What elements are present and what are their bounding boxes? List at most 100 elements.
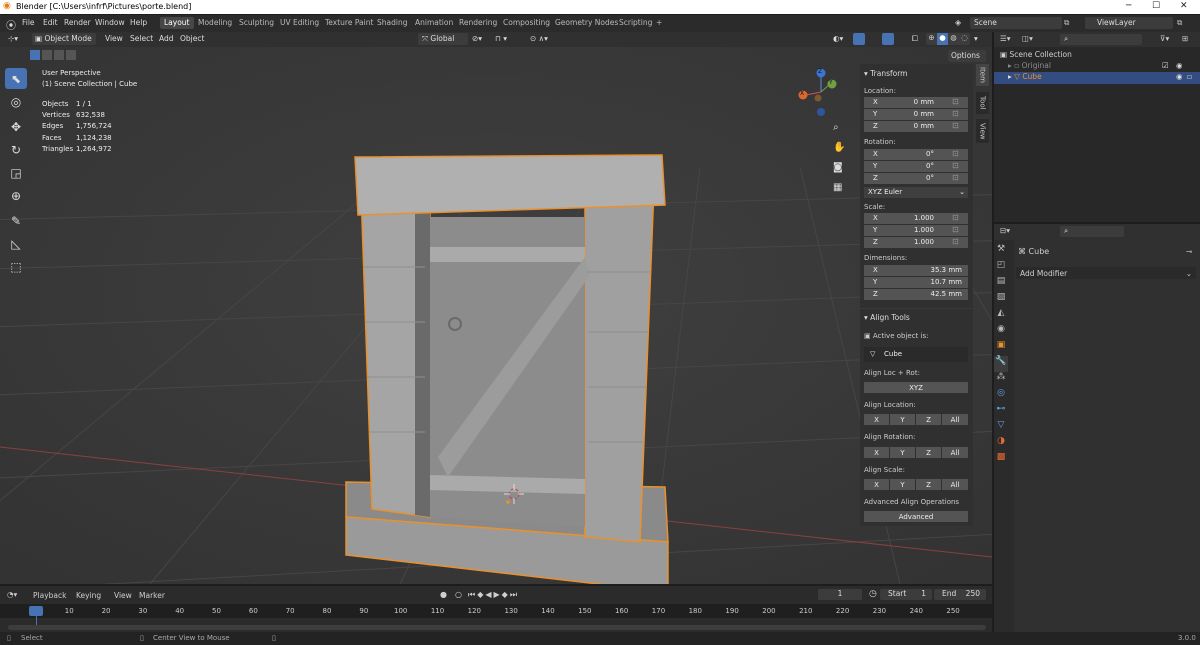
tab-view[interactable]: View <box>976 119 989 143</box>
play-icon[interactable]: ▶ <box>494 590 502 599</box>
record-icon[interactable]: ● <box>440 590 447 599</box>
orientation-selector[interactable]: ⤧ Global <box>418 33 468 45</box>
pin-icon[interactable]: ⊸ <box>1186 247 1192 256</box>
view-layer-props-icon[interactable]: ▧ <box>994 292 1008 308</box>
outliner-search-input[interactable]: ⌕ <box>1060 34 1142 45</box>
align-location-y-button[interactable]: Y <box>890 414 915 425</box>
filter-icon[interactable]: ⊽▾ <box>1160 34 1169 43</box>
close-button[interactable]: ✕ <box>1180 1 1188 11</box>
align-rotation-x-button[interactable]: X <box>864 447 889 458</box>
jump-end-icon[interactable]: ⏭ <box>510 590 519 599</box>
blender-menu-icon[interactable]: ⦿ <box>6 17 16 32</box>
align-location-x-button[interactable]: X <box>864 414 889 425</box>
play-reverse-icon[interactable]: ◀ <box>485 590 493 599</box>
keyframe-icon[interactable]: ○ <box>455 590 462 599</box>
menu-marker[interactable]: Marker <box>139 591 165 600</box>
active-object-checkbox[interactable]: ▣ Active object is: <box>864 332 928 340</box>
outliner-item-cube[interactable]: ▸ ▽ Cube ◉ ▫ <box>994 72 1200 84</box>
tool-props-icon[interactable]: ⚒ <box>994 244 1008 260</box>
lock-icon[interactable]: ⊡ <box>952 149 959 158</box>
options-dropdown[interactable]: Options <box>948 50 986 62</box>
physics-props-icon[interactable]: ◎ <box>994 388 1008 404</box>
scene-selector[interactable]: Scene <box>970 17 1062 29</box>
properties-editor-icon[interactable]: ⊟▾ <box>1000 226 1010 235</box>
tab-texture-paint[interactable]: Texture Paint <box>321 17 377 29</box>
align-xyz-button[interactable]: XYZ <box>864 382 968 393</box>
tab-tool[interactable]: Tool <box>976 92 989 114</box>
menu-render[interactable]: Render <box>64 18 91 27</box>
transform-tool-icon[interactable]: ⊕ <box>5 185 27 206</box>
move-tool-icon[interactable]: ✥ <box>5 116 27 137</box>
add-workspace-button[interactable]: + <box>652 17 666 29</box>
particles-props-icon[interactable]: ⁂ <box>994 372 1008 388</box>
align-scale-all-button[interactable]: All <box>942 479 968 490</box>
lock-icon[interactable]: ⊡ <box>952 213 959 222</box>
mode-selector[interactable]: ▣ Object Mode <box>32 33 96 45</box>
annotate-tool-icon[interactable]: ✎ <box>5 210 27 231</box>
editor-type-icon[interactable]: ⊹▾ <box>8 34 18 43</box>
menu-select[interactable]: Select <box>130 34 153 43</box>
menu-help[interactable]: Help <box>130 18 147 27</box>
align-rotation-all-button[interactable]: All <box>942 447 968 458</box>
world-props-icon[interactable]: ◉ <box>994 324 1008 340</box>
align-scale-z-button[interactable]: Z <box>916 479 941 490</box>
measure-tool-icon[interactable]: ◺ <box>5 233 27 254</box>
tab-geometry-nodes[interactable]: Geometry Nodes <box>551 17 622 29</box>
minimize-button[interactable]: ─ <box>1126 1 1131 11</box>
camera-icon[interactable]: ◙ <box>833 162 847 182</box>
menu-file[interactable]: File <box>22 18 35 27</box>
align-tools-header[interactable]: ▾ Align Tools <box>864 313 910 322</box>
active-object-field[interactable]: ▽ Cube <box>864 347 968 362</box>
material-preview-icon[interactable]: ◍ <box>948 33 959 45</box>
visibility-icon[interactable]: ◐▾ <box>833 34 843 43</box>
dimensions-z-field[interactable]: Z 42.5 mm <box>864 289 968 300</box>
menu-object[interactable]: Object <box>180 34 204 43</box>
wireframe-icon[interactable]: ⊕ <box>926 33 937 45</box>
tab-scripting[interactable]: Scripting <box>615 17 656 29</box>
select-extend-icon[interactable] <box>42 50 52 60</box>
tab-modeling[interactable]: Modeling <box>194 17 236 29</box>
tab-animation[interactable]: Animation <box>411 17 457 29</box>
menu-window[interactable]: Window <box>95 18 125 27</box>
lock-icon[interactable]: ⊡ <box>952 161 959 170</box>
lock-icon[interactable]: ⊡ <box>952 109 959 118</box>
solid-icon[interactable]: ● <box>937 33 948 45</box>
timeline-editor-icon[interactable]: ◔▾ <box>7 590 17 599</box>
modifier-props-icon[interactable]: 🔧 <box>994 356 1008 372</box>
tab-compositing[interactable]: Compositing <box>499 17 554 29</box>
render-props-icon[interactable]: ◰ <box>994 260 1008 276</box>
lock-icon[interactable]: ⊡ <box>952 173 959 182</box>
tab-uv-editing[interactable]: UV Editing <box>276 17 323 29</box>
select-new-icon[interactable] <box>30 50 40 60</box>
add-modifier-dropdown[interactable]: Add Modifier ⌄ <box>1016 267 1196 279</box>
display-mode-icon[interactable]: ◫▾ <box>1022 34 1033 43</box>
tab-shading[interactable]: Shading <box>373 17 411 29</box>
select-box-tool-icon[interactable]: ⬉ <box>5 68 27 89</box>
view-layer-selector[interactable]: ViewLayer <box>1085 17 1173 29</box>
object-props-icon[interactable]: ▣ <box>994 340 1008 356</box>
rotation-mode-select[interactable]: XYZ Euler ⌄ <box>864 187 968 198</box>
end-frame-field[interactable]: End 250 <box>934 589 986 600</box>
align-location-z-button[interactable]: Z <box>916 414 941 425</box>
tab-rendering[interactable]: Rendering <box>455 17 501 29</box>
scene-props-icon[interactable]: ◭ <box>994 308 1008 324</box>
eye-icon[interactable]: ◉ <box>1176 61 1183 70</box>
scale-tool-icon[interactable]: ◲ <box>5 162 27 183</box>
outliner-editor-icon[interactable]: ☰▾ <box>1000 34 1011 43</box>
cursor-tool-icon[interactable]: ◎ <box>5 91 27 112</box>
navigation-gizmo[interactable]: Z X Y <box>796 67 846 117</box>
menu-view[interactable]: View <box>105 34 123 43</box>
rotate-tool-icon[interactable]: ↻ <box>5 139 27 160</box>
lock-icon[interactable]: ⊡ <box>952 121 959 130</box>
playhead[interactable] <box>29 606 43 616</box>
new-collection-icon[interactable]: ⊞ <box>1182 34 1188 43</box>
overlay-toggle-icon[interactable] <box>882 33 894 45</box>
add-cube-tool-icon[interactable]: ⬚ <box>5 256 27 277</box>
align-rotation-y-button[interactable]: Y <box>890 447 915 458</box>
dimensions-y-field[interactable]: Y 10.7 mm <box>864 277 968 288</box>
select-invert-icon[interactable] <box>66 50 76 60</box>
outliner-item-original[interactable]: ▸ ▫ Original ☑ ◉ <box>994 61 1200 72</box>
data-props-icon[interactable]: ▽ <box>994 420 1008 436</box>
menu-playback[interactable]: Playback <box>33 591 66 600</box>
perspective-grid-icon[interactable]: ▦ <box>833 182 847 202</box>
